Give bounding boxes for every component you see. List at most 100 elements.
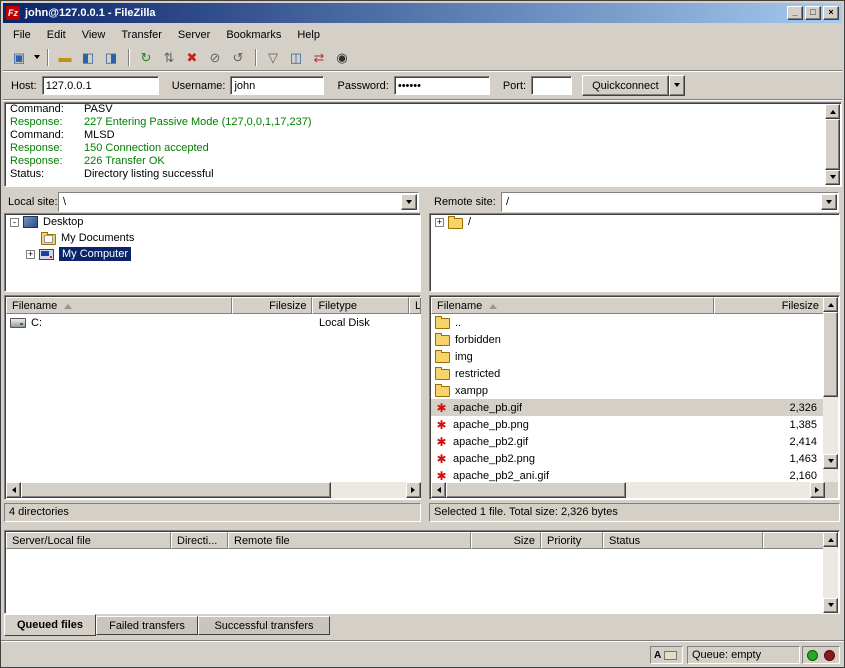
close-button[interactable]: × [823,6,839,20]
remote-file-row[interactable]: forbidden [431,331,825,348]
menu-edit[interactable]: Edit [39,27,74,43]
sync-browse-button[interactable]: ⇄ [308,48,330,68]
port-input[interactable] [531,76,572,95]
site-manager-button[interactable]: ▣ [8,48,30,68]
toggle-local-tree-button[interactable]: ◧ [77,48,99,68]
tree-item-desktop[interactable]: Desktop [5,214,420,230]
username-input[interactable] [230,76,324,95]
toggle-log-button[interactable]: ▬ [54,48,76,68]
queue-column-remote-file[interactable]: Remote file [228,532,471,549]
toggle-remote-tree-button[interactable]: ◨ [100,48,122,68]
quickconnect-button[interactable]: Quickconnect [582,75,669,96]
column-header-lastmodified[interactable]: L [409,297,421,314]
column-header-filename[interactable]: Filename [6,297,232,314]
tab-successful-transfers[interactable]: Successful transfers [198,616,330,635]
combo-dropdown-button[interactable] [401,194,417,210]
process-queue-button[interactable]: ⇅ [158,48,180,68]
scroll-up-button[interactable] [825,104,840,119]
menu-bookmarks[interactable]: Bookmarks [218,27,289,43]
column-header-filetype[interactable]: Filetype [312,297,409,314]
scroll-down-button[interactable] [823,454,838,469]
local-site-value: \ [59,196,401,208]
host-input[interactable] [42,76,159,95]
port-label: Port: [503,80,526,92]
menu-server[interactable]: Server [170,27,218,43]
remote-file-row[interactable]: ✱apache_pb2.gif 2,414 [431,433,825,450]
queue-column-status[interactable]: Status [603,532,763,549]
remote-file-row[interactable]: restricted [431,365,825,382]
queue-column-size[interactable]: Size [471,532,541,549]
remote-file-row-selected[interactable]: ✱apache_pb.gif 2,326 [431,399,825,416]
scroll-right-button[interactable] [810,482,825,498]
password-input[interactable] [394,76,490,95]
collapse-icon[interactable] [10,218,19,227]
quickconnect-button-label: Quickconnect [592,80,659,92]
scroll-left-button[interactable] [431,482,446,498]
quickconnect-dropdown[interactable] [669,75,685,96]
queue-column-server-local-file[interactable]: Server/Local file [6,532,171,549]
remote-file-row[interactable]: img [431,348,825,365]
remote-vscrollbar[interactable] [823,297,838,484]
queue-vscrollbar[interactable] [823,532,838,613]
reconnect-button[interactable]: ↺ [227,48,249,68]
scrollbar-thumb[interactable] [825,119,840,170]
transfer-type-indicator[interactable]: A [650,646,683,664]
local-site-combo[interactable]: \ [58,192,419,212]
log-scrollbar[interactable] [825,104,840,185]
tab-failed-transfers[interactable]: Failed transfers [96,616,198,635]
arrow-left-icon [434,487,441,493]
remote-file-row[interactable]: ✱apache_pb2.png 1,463 [431,450,825,467]
scrollbar-thumb[interactable] [823,312,838,397]
queue-column-direction[interactable]: Directi... [171,532,228,549]
column-header-filename[interactable]: Filename [431,297,714,314]
column-header-filesize[interactable]: Filesize [232,297,313,314]
scroll-left-button[interactable] [6,482,21,498]
local-hscrollbar[interactable] [6,482,421,498]
scroll-down-button[interactable] [823,598,838,613]
site-manager-dropdown[interactable] [31,48,42,68]
expand-icon[interactable] [26,250,35,259]
expand-icon[interactable] [435,218,444,227]
filter-button[interactable]: ▽ [262,48,284,68]
remote-file-row[interactable]: .. [431,314,825,331]
disconnect-button[interactable]: ⊘ [204,48,226,68]
scroll-up-button[interactable] [823,532,838,547]
menu-help[interactable]: Help [289,27,328,43]
menu-file[interactable]: File [5,27,39,43]
scroll-down-button[interactable] [825,170,840,185]
reconnect-icon: ↺ [233,50,244,66]
scroll-up-button[interactable] [823,297,838,312]
queue-column-priority[interactable]: Priority [541,532,603,549]
compare-button[interactable]: ◫ [285,48,307,68]
log-text: 227 Entering Passive Mode (127,0,0,1,17,… [84,116,311,129]
minimize-button[interactable]: _ [787,6,803,20]
combo-dropdown-button[interactable] [821,194,837,210]
remote-file-row[interactable]: xampp [431,382,825,399]
refresh-button[interactable]: ↻ [135,48,157,68]
column-label: Remote file [234,535,290,547]
find-button[interactable]: ◉ [331,48,353,68]
titlebar[interactable]: Fz john@127.0.0.1 - FileZilla _ □ × [3,3,842,23]
scrollbar-thumb[interactable] [446,482,626,498]
scroll-right-button[interactable] [406,482,421,498]
scrollbar-thumb[interactable] [21,482,331,498]
maximize-button[interactable]: □ [805,6,821,20]
tab-label: Failed transfers [109,620,185,632]
file-size: 1,463 [714,453,825,465]
remote-site-combo[interactable]: / [501,192,839,212]
file-name: forbidden [455,334,501,346]
menu-view[interactable]: View [74,27,114,43]
remote-file-row[interactable]: ✱apache_pb.png 1,385 [431,416,825,433]
cancel-button[interactable]: ✖ [181,48,203,68]
tree-item-my-documents[interactable]: My Documents [5,230,420,246]
column-label: Priority [547,535,581,547]
tab-queued-files[interactable]: Queued files [4,614,96,636]
local-file-row[interactable]: C: Local Disk [6,314,421,331]
remote-hscrollbar[interactable] [431,482,825,498]
tree-item-my-computer[interactable]: My Computer [5,246,420,262]
tree-item-root[interactable]: / [430,214,839,230]
menu-transfer[interactable]: Transfer [113,27,170,43]
local-file-list: Filename Filesize Filetype L C: Local Di… [4,295,421,500]
folder-icon [435,335,450,346]
column-header-filesize[interactable]: Filesize [714,297,825,314]
